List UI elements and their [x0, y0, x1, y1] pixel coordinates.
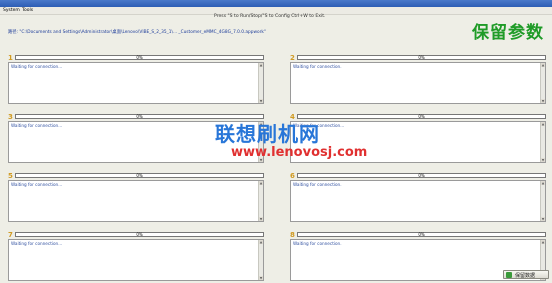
- scrollbar[interactable]: ▲ ▼: [258, 63, 263, 103]
- scrollbar[interactable]: ▲ ▼: [258, 240, 263, 280]
- progress-text: 0%: [136, 232, 143, 237]
- keyboard-hint: Press "S to Run/Stop/"S to Config Ctrl+W…: [214, 14, 326, 19]
- menu-item-tools[interactable]: Tools: [22, 7, 33, 14]
- log-text: Waiting for connection.: [293, 182, 342, 187]
- log-box[interactable]: Waiting for connection... ▲ ▼: [8, 62, 264, 104]
- panel-number: 2: [290, 54, 295, 62]
- progress-bar: 0%: [297, 114, 546, 119]
- device-panel-7: 7 0% Waiting for connection... ▲ ▼: [8, 231, 264, 283]
- panel-number: 5: [8, 172, 13, 180]
- scrollbar[interactable]: ▲ ▼: [540, 181, 545, 221]
- firmware-path: 路径: "C:\Documents and Settings\Administr…: [8, 30, 266, 35]
- watermark-preserve-params: 保留参数: [472, 23, 544, 43]
- log-text: Waiting for connection...: [11, 123, 63, 128]
- panel-number: 8: [290, 231, 295, 239]
- panel-number: 1: [8, 54, 13, 62]
- log-box[interactable]: Waiting for connection. ▲ ▼: [290, 62, 546, 104]
- scrollbar[interactable]: ▲ ▼: [540, 122, 545, 162]
- scroll-down-icon[interactable]: ▼: [259, 276, 263, 280]
- log-box[interactable]: Waiting for connection... ▲ ▼: [8, 180, 264, 222]
- device-panel-1: 1 0% Waiting for connection... ▲ ▼: [8, 54, 264, 106]
- scroll-up-icon[interactable]: ▲: [259, 240, 263, 244]
- scroll-up-icon[interactable]: ▲: [541, 240, 545, 244]
- save-icon: [506, 272, 512, 278]
- progress-bar: 0%: [297, 232, 546, 237]
- progress-text: 0%: [136, 173, 143, 178]
- scroll-down-icon[interactable]: ▼: [541, 99, 545, 103]
- scroll-up-icon[interactable]: ▲: [541, 63, 545, 67]
- progress-bar: 0%: [15, 232, 264, 237]
- scrollbar[interactable]: ▲ ▼: [540, 63, 545, 103]
- device-panel-5: 5 0% Waiting for connection... ▲ ▼: [8, 172, 264, 224]
- panel-number: 3: [8, 113, 13, 121]
- progress-bar: 0%: [15, 55, 264, 60]
- device-panel-2: 2 0% Waiting for connection. ▲ ▼: [290, 54, 546, 106]
- save-data-label: 保留数据: [515, 273, 536, 279]
- scroll-up-icon[interactable]: ▲: [259, 63, 263, 67]
- progress-text: 0%: [418, 232, 425, 237]
- progress-text: 0%: [418, 114, 425, 119]
- log-text: Waiting for connection.: [293, 241, 342, 246]
- watermark-url: www.lenovosj.com: [231, 145, 368, 160]
- progress-text: 0%: [136, 55, 143, 60]
- watermark-site-name: 联想刷机网: [215, 122, 320, 146]
- progress-bar: 0%: [297, 55, 546, 60]
- scroll-up-icon[interactable]: ▲: [259, 181, 263, 185]
- log-text: Waiting for connection.: [293, 64, 342, 69]
- progress-text: 0%: [418, 173, 425, 178]
- panel-number: 7: [8, 231, 13, 239]
- scroll-up-icon[interactable]: ▲: [541, 122, 545, 126]
- log-text: Waiting for connection...: [11, 182, 63, 187]
- title-bar: [0, 0, 552, 7]
- log-box[interactable]: Waiting for connection... ▲ ▼: [8, 239, 264, 281]
- menu-item-system[interactable]: System: [3, 7, 20, 14]
- log-text: Waiting for connection...: [11, 241, 63, 246]
- progress-bar: 0%: [297, 173, 546, 178]
- log-box[interactable]: Waiting for connection. ▲ ▼: [290, 180, 546, 222]
- log-text: Waiting for connection...: [11, 64, 63, 69]
- scroll-down-icon[interactable]: ▼: [259, 99, 263, 103]
- scroll-down-icon[interactable]: ▼: [541, 217, 545, 221]
- save-data-button[interactable]: 保留数据: [503, 270, 549, 279]
- progress-text: 0%: [418, 55, 425, 60]
- panel-number: 6: [290, 172, 295, 180]
- device-panel-6: 6 0% Waiting for connection. ▲ ▼: [290, 172, 546, 224]
- progress-bar: 0%: [15, 173, 264, 178]
- scroll-down-icon[interactable]: ▼: [541, 158, 545, 162]
- scroll-down-icon[interactable]: ▼: [259, 217, 263, 221]
- scrollbar[interactable]: ▲ ▼: [258, 181, 263, 221]
- scroll-up-icon[interactable]: ▲: [541, 181, 545, 185]
